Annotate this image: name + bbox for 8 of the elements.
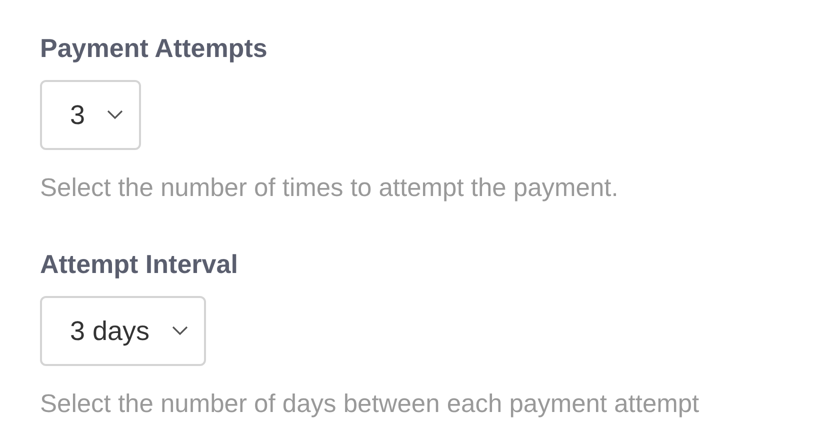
- field-label: Payment Attempts: [40, 32, 268, 65]
- select-dropdown[interactable]: 3 days: [40, 296, 206, 366]
- caret-icon: [107, 110, 124, 120]
- help-text: Select the number of days between each payment attempt: [40, 389, 700, 420]
- caret-icon: [172, 326, 188, 336]
- field-label: Attempt Interval: [40, 248, 239, 281]
- help-text: Select the number of times to attempt the payment.: [40, 173, 620, 204]
- select-dropdown[interactable]: 3: [40, 80, 142, 150]
